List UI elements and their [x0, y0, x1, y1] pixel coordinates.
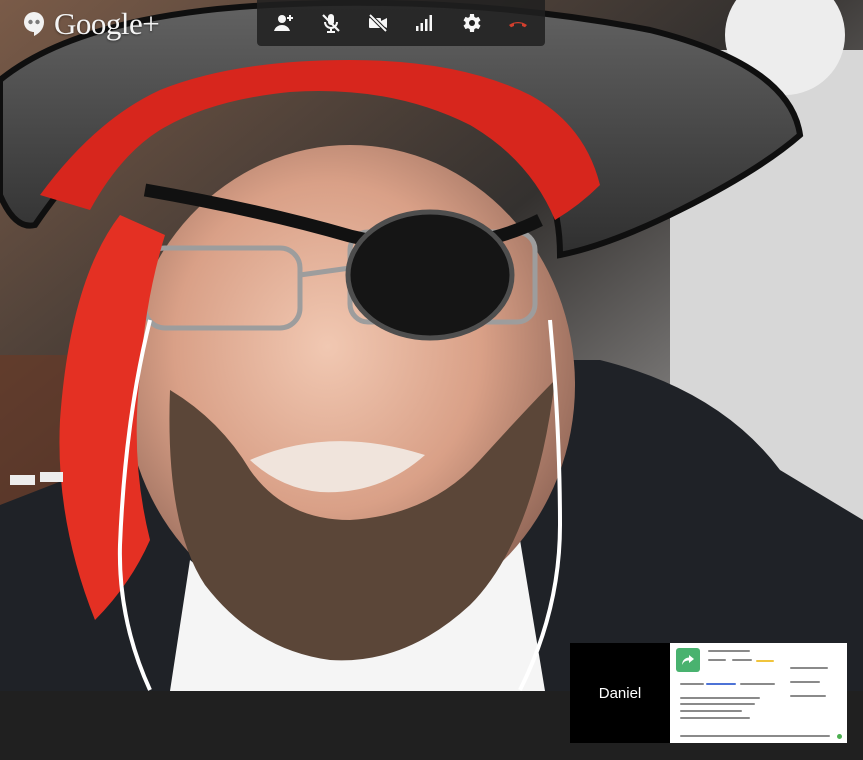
participant-strip[interactable]: Daniel	[570, 643, 847, 743]
pirate-video-frame	[0, 0, 863, 691]
thumb-highlight	[756, 660, 774, 662]
google-plus-logo: Google+	[20, 6, 160, 42]
wall-switch-left	[10, 475, 35, 485]
signal-icon	[416, 15, 433, 31]
thumb-line	[708, 650, 750, 652]
thumb-line	[708, 659, 726, 661]
thumb-line	[790, 667, 828, 669]
person-add-icon	[274, 15, 294, 31]
screen-share-thumbnail[interactable]	[670, 643, 847, 743]
wall-switch-right	[40, 472, 63, 482]
video-off-icon	[368, 13, 388, 33]
end-call-button[interactable]	[500, 5, 536, 41]
microphone-off-icon	[322, 14, 340, 33]
phone-hangup-icon	[508, 22, 527, 28]
thumb-line	[680, 735, 830, 737]
bandwidth-button[interactable]	[406, 5, 442, 41]
hangout-call-window: Google+ Daniel	[0, 0, 863, 760]
turn-off-camera-button[interactable]	[360, 5, 396, 41]
settings-button[interactable]	[453, 5, 489, 41]
status-dot	[837, 734, 842, 739]
hangouts-icon	[24, 12, 44, 36]
thumb-line	[680, 697, 760, 699]
eye-patch	[345, 209, 515, 341]
screen-share-badge	[676, 648, 700, 672]
thumb-line	[680, 710, 742, 712]
thumb-line-blue	[706, 683, 736, 685]
thumb-line	[740, 683, 775, 685]
brand-text: Google+	[54, 6, 160, 41]
thumb-line	[680, 717, 750, 719]
main-video-feed[interactable]	[0, 0, 863, 691]
thumb-line	[732, 659, 752, 661]
mute-microphone-button[interactable]	[313, 5, 349, 41]
gear-icon	[463, 14, 481, 32]
call-toolbar	[257, 0, 545, 46]
participant-name: Daniel	[598, 684, 642, 702]
thumb-line	[790, 681, 820, 683]
add-person-button[interactable]	[266, 5, 302, 41]
thumb-line	[790, 695, 826, 697]
share-arrow-icon	[682, 655, 694, 665]
thumb-line	[680, 683, 704, 685]
thumb-line	[680, 703, 755, 705]
